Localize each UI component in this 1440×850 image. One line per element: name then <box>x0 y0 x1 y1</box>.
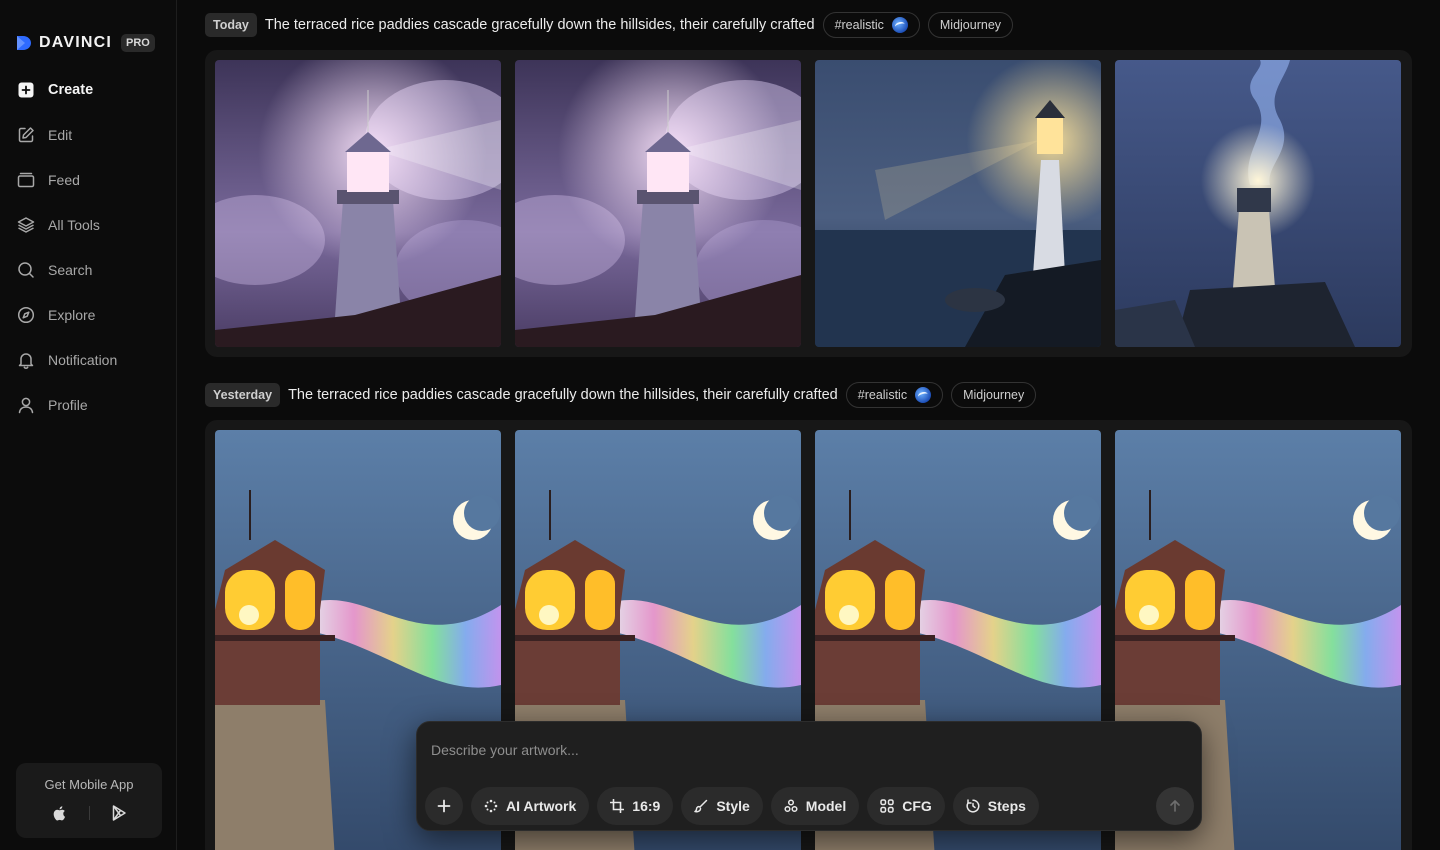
style-label: Style <box>716 798 750 814</box>
steps-button[interactable]: Steps <box>952 787 1039 825</box>
app-root: DAVINCI PRO Create Edit Feed All Tools S… <box>0 0 1440 850</box>
style-tag-pill[interactable]: #realistic <box>822 12 920 38</box>
image-panel-today <box>205 50 1412 357</box>
add-button[interactable] <box>425 787 463 825</box>
generated-image[interactable] <box>515 60 801 347</box>
sidebar-item-label: Profile <box>48 396 88 413</box>
apple-icon[interactable] <box>51 804 69 822</box>
sidebar: DAVINCI PRO Create Edit Feed All Tools S… <box>0 0 177 850</box>
sidebar-item-label: Notification <box>48 351 118 368</box>
lighthouse-cliff-image <box>1115 60 1401 347</box>
steps-label: Steps <box>987 798 1026 814</box>
day-badge: Yesterday <box>205 383 281 407</box>
style-tag-label: #realistic <box>857 388 908 402</box>
model-button[interactable]: Model <box>770 787 860 825</box>
lighthouse-purple-image <box>215 60 501 347</box>
lighthouse-sea-image <box>815 60 1101 347</box>
sidebar-item-all-tools[interactable]: All Tools <box>0 202 176 247</box>
sidebar-item-edit[interactable]: Edit <box>0 112 176 157</box>
plus-icon <box>437 799 451 813</box>
cfg-button[interactable]: CFG <box>867 787 945 825</box>
aspect-ratio-label: 16:9 <box>632 798 661 814</box>
style-tag-pill[interactable]: #realistic <box>845 382 944 408</box>
brand-name: DAVINCI <box>39 33 112 51</box>
send-button[interactable] <box>1156 787 1194 825</box>
generated-image[interactable] <box>1115 60 1401 347</box>
sidebar-item-explore[interactable]: Explore <box>0 292 176 337</box>
sidebar-item-label: Edit <box>48 126 73 143</box>
edit-icon <box>17 126 35 144</box>
model-tag-label: Midjourney <box>963 388 1025 402</box>
generation-prompt: The terraced rice paddies cascade gracef… <box>264 17 815 33</box>
style-tag-label: #realistic <box>834 18 884 32</box>
prompt-composer: AI Artwork 16:9 Style <box>416 721 1202 831</box>
mobile-app-card: Get Mobile App <box>16 763 162 838</box>
globe-icon <box>915 387 932 403</box>
generation-header-yesterday: Yesterday The terraced rice paddies casc… <box>205 382 1037 408</box>
lighthouse-purple-image <box>515 60 801 347</box>
sidebar-item-label: Feed <box>48 171 80 188</box>
logo-mark-icon <box>17 35 31 50</box>
generation-prompt: The terraced rice paddies cascade gracef… <box>288 387 838 403</box>
brush-icon <box>694 799 708 813</box>
style-button[interactable]: Style <box>681 787 763 825</box>
sidebar-item-feed[interactable]: Feed <box>0 157 176 202</box>
plus-square-icon <box>17 81 35 99</box>
sidebar-nav: Create Edit Feed All Tools Search Explor… <box>0 67 176 427</box>
sidebar-item-create[interactable]: Create <box>0 67 176 112</box>
cfg-label: CFG <box>902 798 932 814</box>
search-icon <box>17 261 35 279</box>
sidebar-item-profile[interactable]: Profile <box>0 382 176 427</box>
generated-image[interactable] <box>815 60 1101 347</box>
generated-image[interactable] <box>215 60 501 347</box>
composer-toolbar: AI Artwork 16:9 Style Model CFG Steps <box>425 787 1039 825</box>
feed-icon <box>17 171 35 189</box>
cfg-icon <box>880 799 894 813</box>
compass-icon <box>17 306 35 324</box>
ai-artwork-label: AI Artwork <box>506 798 577 814</box>
pro-badge: PRO <box>121 33 155 52</box>
layers-icon <box>17 216 35 234</box>
main-content: Today The terraced rice paddies cascade … <box>177 0 1440 850</box>
sidebar-item-label: Search <box>48 261 93 278</box>
image-grid <box>205 50 1412 357</box>
model-label: Model <box>805 798 847 814</box>
sidebar-item-label: All Tools <box>48 216 100 233</box>
store-links <box>16 804 162 822</box>
generation-header-today: Today The terraced rice paddies cascade … <box>205 12 1014 38</box>
user-icon <box>17 396 35 414</box>
model-icon <box>784 799 798 813</box>
model-tag-pill[interactable]: Midjourney <box>951 382 1037 408</box>
sidebar-item-label: Create <box>48 81 94 98</box>
day-badge: Today <box>205 13 257 37</box>
ai-artwork-button[interactable]: AI Artwork <box>471 787 590 825</box>
crop-icon <box>610 799 625 813</box>
model-tag-pill[interactable]: Midjourney <box>927 12 1014 38</box>
model-tag-label: Midjourney <box>939 18 1002 32</box>
mobile-app-title: Get Mobile App <box>44 777 134 792</box>
store-divider <box>88 806 90 820</box>
bell-icon <box>17 351 35 369</box>
logo[interactable]: DAVINCI PRO <box>0 0 176 60</box>
sparkle-icon <box>484 799 498 813</box>
arrow-up-icon <box>1170 800 1180 812</box>
play-store-icon[interactable] <box>110 804 128 822</box>
sidebar-item-search[interactable]: Search <box>0 247 176 292</box>
timer-icon <box>966 799 980 813</box>
sidebar-item-notification[interactable]: Notification <box>0 337 176 382</box>
aspect-ratio-button[interactable]: 16:9 <box>597 787 674 825</box>
prompt-input[interactable] <box>431 742 1131 758</box>
sidebar-item-label: Explore <box>48 306 96 323</box>
globe-icon <box>891 17 908 33</box>
